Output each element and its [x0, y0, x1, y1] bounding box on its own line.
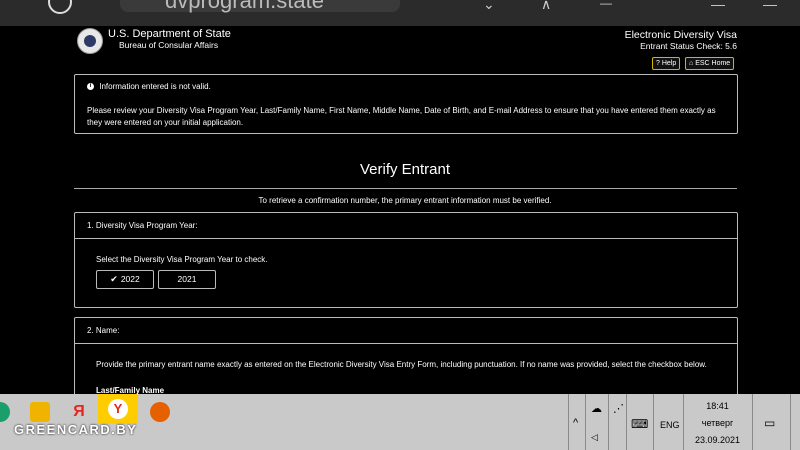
- year-2022-button[interactable]: ✔ 2022: [96, 270, 154, 289]
- esc-home-button-label: ESC Home: [695, 60, 731, 67]
- clock-day: четверг: [701, 418, 734, 428]
- close-icon[interactable]: —: [763, 0, 777, 12]
- tray-divider: [683, 394, 684, 450]
- department-title: U.S. Department of State: [108, 28, 231, 40]
- name-instruction: Provide the primary entrant name exactly…: [96, 360, 707, 369]
- firefox-icon[interactable]: [150, 402, 170, 422]
- browser-refresh-icon[interactable]: [48, 0, 72, 14]
- volume-icon[interactable]: ◁: [591, 432, 598, 443]
- tray-divider: [752, 394, 753, 450]
- tray-divider: [568, 394, 569, 450]
- page-subtitle: To retrieve a confirmation number, the p…: [258, 196, 552, 205]
- browser-toolbar: dvprogram.state ⌄ ⊼ — — —: [0, 0, 800, 26]
- alert-title-row: i Information entered is not valid.: [87, 82, 211, 91]
- minimize-icon[interactable]: —: [711, 0, 725, 12]
- edge-icon[interactable]: [0, 402, 10, 422]
- name-section-header: 2. Name:: [87, 326, 120, 335]
- onedrive-icon[interactable]: ☁: [591, 402, 602, 415]
- esc-home-button[interactable]: ⌂ ESC Home: [685, 57, 735, 70]
- error-alert: i Information entered is not valid. Plea…: [74, 74, 738, 134]
- person-icon[interactable]: ⊼: [541, 0, 551, 13]
- program-year-section: 1. Diversity Visa Program Year: Select t…: [74, 212, 738, 308]
- help-button-label: Help: [661, 60, 677, 67]
- chevron-up-icon[interactable]: ^: [573, 417, 578, 429]
- bureau-title: Bureau of Consular Affairs: [119, 40, 219, 50]
- alert-title: Information entered is not valid.: [99, 82, 211, 91]
- wifi-icon[interactable]: ⋰: [613, 402, 624, 415]
- department-seal-logo: [77, 28, 103, 54]
- notifications-icon[interactable]: ▭: [764, 416, 775, 430]
- tray-divider: [585, 394, 586, 450]
- clock-date: 23.09.2021: [694, 435, 741, 445]
- year-2022-label: 2022: [120, 274, 140, 284]
- year-2021-button[interactable]: 2021: [158, 270, 216, 289]
- department-name: U.S. Department of State Bureau of Consu…: [108, 28, 231, 51]
- settings-icon[interactable]: —: [600, 0, 612, 10]
- input-language[interactable]: ENG: [660, 420, 680, 430]
- section-divider: [75, 343, 737, 344]
- check-icon: ✔: [110, 274, 118, 284]
- alert-message: Please review your Diversity Visa Progra…: [87, 106, 716, 127]
- tray-divider: [626, 394, 627, 450]
- app-title-block: Electronic Diversity Visa Entrant Status…: [625, 29, 737, 52]
- keyboard-icon[interactable]: ⌨: [631, 417, 648, 431]
- app-version: Entrant Status Check: 5.6: [640, 41, 737, 51]
- info-icon: i: [87, 83, 94, 91]
- help-button[interactable]: ? Help: [652, 57, 681, 70]
- yandex-browser-icon[interactable]: Y: [98, 394, 138, 424]
- help-icon: ?: [656, 60, 660, 67]
- section-divider: [75, 238, 737, 239]
- taskbar-clock[interactable]: 18:41 четверг 23.09.2021: [690, 394, 745, 450]
- program-year-instruction: Select the Diversity Visa Program Year t…: [96, 255, 268, 264]
- download-icon[interactable]: ⌄: [483, 0, 495, 13]
- tray-divider: [608, 394, 609, 450]
- watermark-text: GREENCARD.BY: [14, 422, 138, 437]
- tray-divider: [790, 394, 791, 450]
- tray-divider: [653, 394, 654, 450]
- file-explorer-icon[interactable]: [30, 402, 50, 422]
- clock-time: 18:41: [706, 401, 729, 411]
- app-title: Electronic Diversity Visa: [624, 29, 737, 41]
- program-year-header: 1. Diversity Visa Program Year:: [87, 221, 198, 230]
- yandex-icon[interactable]: Я: [69, 402, 89, 422]
- name-section: 2. Name: Provide the primary entrant nam…: [74, 317, 738, 399]
- address-bar-url: dvprogram.state: [165, 0, 324, 13]
- home-icon: ⌂: [689, 60, 694, 67]
- page-title: Verify Entrant: [359, 161, 451, 178]
- year-2021-label: 2021: [177, 274, 197, 284]
- title-divider: [74, 188, 737, 189]
